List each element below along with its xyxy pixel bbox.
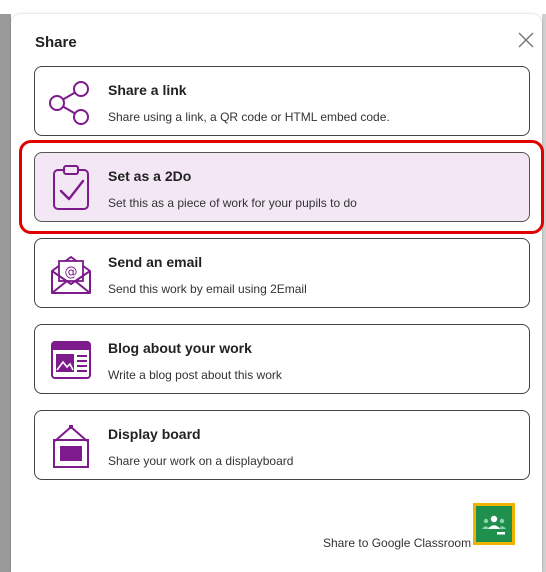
clipboard-check-icon [47, 165, 95, 211]
option-title: Blog about your work [108, 340, 252, 356]
share-dialog: Share Share a link Share using a link, a… [11, 14, 542, 572]
option-description: Write a blog post about this work [108, 368, 282, 382]
svg-text:@: @ [65, 265, 78, 280]
share-icon [47, 79, 95, 125]
set-2do-option[interactable]: Set as a 2Do Set this as a piece of work… [34, 152, 530, 222]
send-email-option[interactable]: @ Send an email Send this work by email … [34, 238, 530, 308]
option-title: Send an email [108, 254, 203, 270]
option-title: Set as a 2Do [108, 168, 192, 184]
share-link-option[interactable]: Share a link Share using a link, a QR co… [34, 66, 530, 136]
option-description: Share your work on a displayboard [108, 454, 294, 468]
google-classroom-button[interactable] [473, 503, 515, 545]
blog-option[interactable]: Blog about your work Write a blog post a… [34, 324, 530, 394]
option-description: Share using a link, a QR code or HTML em… [108, 110, 390, 124]
option-description: Send this work by email using 2Email [108, 282, 307, 296]
backdrop-right [542, 14, 546, 572]
email-icon: @ [47, 251, 95, 297]
backdrop [0, 0, 546, 14]
close-icon[interactable] [516, 30, 536, 50]
google-classroom-label: Share to Google Classroom [323, 536, 472, 550]
option-description: Set this as a piece of work for your pup… [108, 196, 357, 210]
backdrop-left [0, 14, 11, 572]
display-board-option[interactable]: Display board Share your work on a displ… [34, 410, 530, 480]
blog-icon [47, 337, 95, 383]
option-title: Display board [108, 426, 201, 442]
option-title: Share a link [108, 82, 187, 98]
dialog-title: Share [35, 34, 77, 51]
google-classroom-icon [476, 506, 512, 542]
display-board-icon [47, 423, 95, 469]
